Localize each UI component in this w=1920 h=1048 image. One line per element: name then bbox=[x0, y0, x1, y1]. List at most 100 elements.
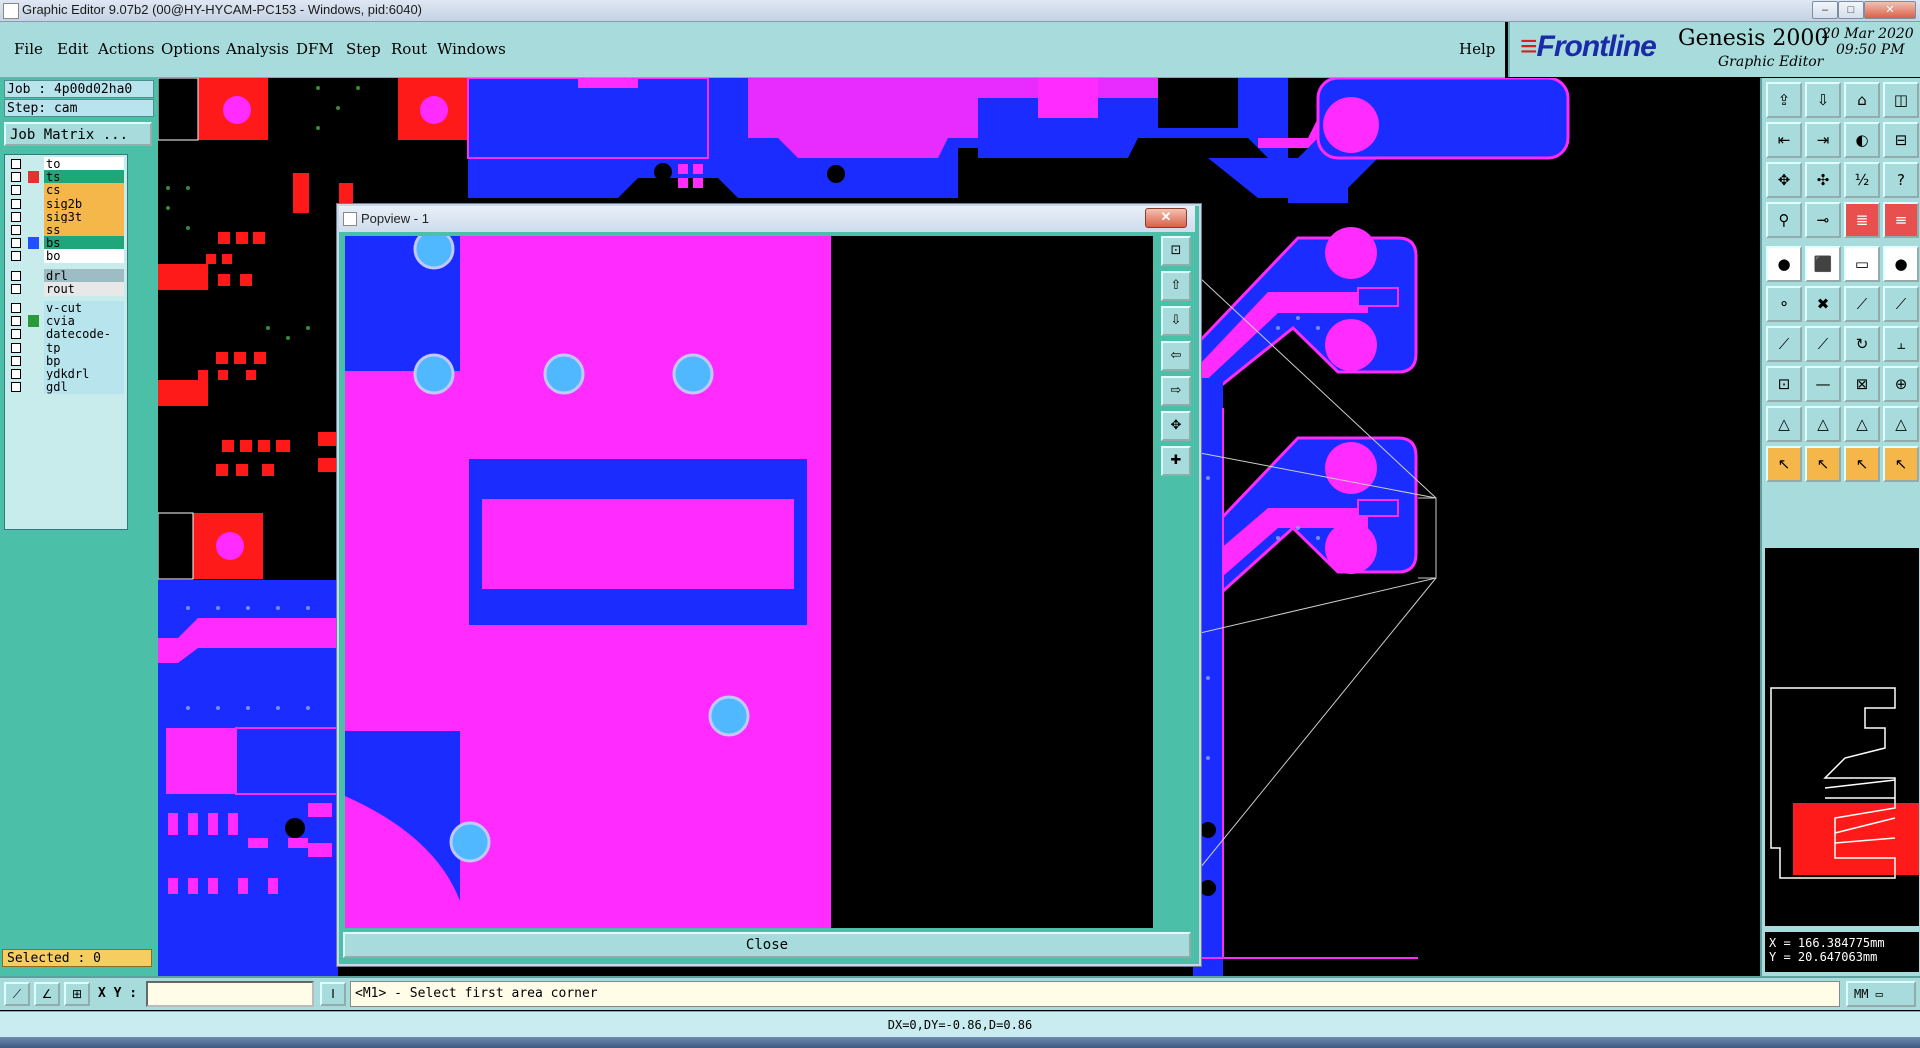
open-icon[interactable]: ⇪ bbox=[1766, 82, 1802, 118]
layer-row[interactable]: bs bbox=[8, 236, 124, 251]
layer-checkbox[interactable] bbox=[11, 211, 21, 222]
zoom-out-icon[interactable]: ⇥ bbox=[1805, 122, 1841, 158]
minus-icon[interactable]: — bbox=[1805, 366, 1841, 402]
layers-icon[interactable]: ≣ bbox=[1844, 202, 1880, 238]
line-alt-icon[interactable]: ⟋ bbox=[1805, 326, 1841, 362]
fit-icon[interactable]: ✥ bbox=[1766, 162, 1802, 198]
menu-options[interactable]: Options bbox=[161, 40, 220, 58]
layer-row[interactable]: ts bbox=[8, 170, 124, 185]
popview-down-icon[interactable]: ⇩ bbox=[1161, 306, 1191, 336]
zoom-in-icon[interactable]: ⇤ bbox=[1766, 122, 1802, 158]
save-icon[interactable]: ⇩ bbox=[1805, 82, 1841, 118]
overview-map[interactable] bbox=[1765, 548, 1919, 926]
connect-icon[interactable]: ⟋ bbox=[1844, 286, 1880, 322]
menu-help[interactable]: Help bbox=[1459, 40, 1495, 58]
layer-row[interactable]: bp bbox=[8, 353, 124, 368]
popview-right-icon[interactable]: ⇨ bbox=[1161, 376, 1191, 406]
layer-row[interactable]: bo bbox=[8, 249, 124, 264]
line-icon[interactable]: ⟋ bbox=[1766, 326, 1802, 362]
layer-row[interactable]: to bbox=[8, 157, 124, 171]
layer-row[interactable]: cs bbox=[8, 183, 124, 198]
pointer-b-icon[interactable]: ↖ bbox=[1844, 446, 1880, 482]
popview-fit-icon[interactable]: ⊡ bbox=[1161, 236, 1191, 266]
net-icon[interactable]: ⚬ bbox=[1766, 286, 1802, 322]
popview-close-icon[interactable]: ✕ bbox=[1145, 208, 1187, 228]
menu-rout[interactable]: Rout bbox=[391, 40, 427, 58]
layer-checkbox[interactable] bbox=[11, 316, 21, 327]
layer-row[interactable]: drl bbox=[8, 268, 124, 283]
feature-icon[interactable]: ⬛ bbox=[1805, 246, 1841, 282]
job-matrix-button[interactable]: Job Matrix ... bbox=[4, 122, 152, 146]
resize-icon[interactable]: ⊠ bbox=[1844, 366, 1880, 402]
layer-row[interactable]: ydkdrl bbox=[8, 367, 124, 381]
layer-checkbox[interactable] bbox=[11, 172, 21, 183]
window-icon[interactable]: ◫ bbox=[1883, 82, 1919, 118]
popview-left-icon[interactable]: ⇦ bbox=[1161, 341, 1191, 371]
layer-row[interactable]: v-cut bbox=[8, 301, 124, 315]
layer-checkbox[interactable] bbox=[11, 355, 21, 366]
layer-row[interactable]: cvia bbox=[8, 314, 124, 329]
layers-alt-icon[interactable]: ≡ bbox=[1883, 202, 1919, 238]
popview-zoom-icon[interactable]: ✥ bbox=[1161, 411, 1191, 441]
popview-pan-icon[interactable]: ✚ bbox=[1161, 446, 1191, 476]
layer-row[interactable]: sig3t bbox=[8, 209, 124, 224]
pointer-alt-icon[interactable]: ↖ bbox=[1805, 446, 1841, 482]
help-icon[interactable]: ? bbox=[1883, 162, 1919, 198]
angle-mode-icon[interactable]: ∠ bbox=[34, 982, 60, 1006]
arc-icon[interactable]: ↻ bbox=[1844, 326, 1880, 362]
menu-analysis[interactable]: Analysis bbox=[226, 40, 289, 58]
layer-checkbox[interactable] bbox=[11, 329, 21, 340]
layer-checkbox[interactable] bbox=[11, 251, 21, 262]
cross-icon[interactable]: ✖ bbox=[1805, 286, 1841, 322]
shape-icon[interactable]: ⫠ bbox=[1883, 326, 1919, 362]
menu-windows[interactable]: Windows bbox=[437, 40, 506, 58]
center-icon[interactable]: ✣ bbox=[1805, 162, 1841, 198]
triangle-b-icon[interactable]: △ bbox=[1844, 406, 1880, 442]
measure-icon[interactable]: ⚲ bbox=[1766, 202, 1802, 238]
triangle-a-icon[interactable]: △ bbox=[1805, 406, 1841, 442]
triangle-c-icon[interactable]: △ bbox=[1883, 406, 1919, 442]
layer-checkbox[interactable] bbox=[11, 342, 21, 353]
maximize-button[interactable]: □ bbox=[1838, 1, 1864, 19]
popview-canvas[interactable] bbox=[345, 236, 1153, 928]
close-window-button[interactable]: ✕ bbox=[1864, 1, 1916, 19]
menu-actions[interactable]: Actions bbox=[98, 40, 154, 58]
snap-mode-icon[interactable]: ⟋ bbox=[4, 982, 30, 1006]
ratio-icon[interactable]: ½ bbox=[1844, 162, 1880, 198]
layer-checkbox[interactable] bbox=[11, 270, 21, 281]
layer-checkbox[interactable] bbox=[11, 283, 21, 294]
grid-mode-icon[interactable]: ⊞ bbox=[64, 982, 90, 1006]
popview-close-button[interactable]: Close bbox=[343, 932, 1191, 958]
pointer-icon[interactable]: ↖ bbox=[1766, 446, 1802, 482]
layout-icon[interactable]: ⊟ bbox=[1883, 122, 1919, 158]
group-icon[interactable]: ⊕ bbox=[1883, 366, 1919, 402]
layer-checkbox[interactable] bbox=[11, 185, 21, 196]
layer-row[interactable]: ss bbox=[8, 223, 124, 237]
layer-checkbox[interactable] bbox=[11, 238, 21, 249]
layer-checkbox[interactable] bbox=[11, 369, 21, 379]
layer-row[interactable]: sig2b bbox=[8, 196, 124, 211]
layer-row[interactable]: rout bbox=[8, 281, 124, 296]
layer-checkbox[interactable] bbox=[11, 382, 21, 393]
circle-icon[interactable]: ● bbox=[1883, 246, 1919, 282]
pointer-c-icon[interactable]: ↖ bbox=[1883, 446, 1919, 482]
triangle-icon[interactable]: △ bbox=[1766, 406, 1802, 442]
menu-edit[interactable]: Edit bbox=[57, 40, 88, 58]
menu-file[interactable]: File bbox=[14, 40, 43, 58]
layer-checkbox[interactable] bbox=[11, 198, 21, 209]
layer-row[interactable]: tp bbox=[8, 340, 124, 355]
popview-up-icon[interactable]: ⇧ bbox=[1161, 271, 1191, 301]
units-dropdown[interactable]: MM ▭ bbox=[1846, 981, 1916, 1007]
xy-input[interactable] bbox=[146, 981, 314, 1007]
minimize-button[interactable]: – bbox=[1812, 1, 1838, 19]
cursor-icon[interactable]: I bbox=[320, 982, 346, 1006]
menu-dfm[interactable]: DFM bbox=[296, 40, 334, 58]
snap-icon[interactable]: ⊸ bbox=[1805, 202, 1841, 238]
layer-checkbox[interactable] bbox=[11, 225, 21, 235]
home-icon[interactable]: ⌂ bbox=[1844, 82, 1880, 118]
layer-row[interactable]: datecode-to bbox=[8, 327, 124, 355]
ruler-icon[interactable]: ▭ bbox=[1844, 246, 1880, 282]
layer-checkbox[interactable] bbox=[11, 159, 21, 169]
layer-row[interactable]: gdl bbox=[8, 380, 124, 395]
link-icon[interactable]: ⟋ bbox=[1883, 286, 1919, 322]
